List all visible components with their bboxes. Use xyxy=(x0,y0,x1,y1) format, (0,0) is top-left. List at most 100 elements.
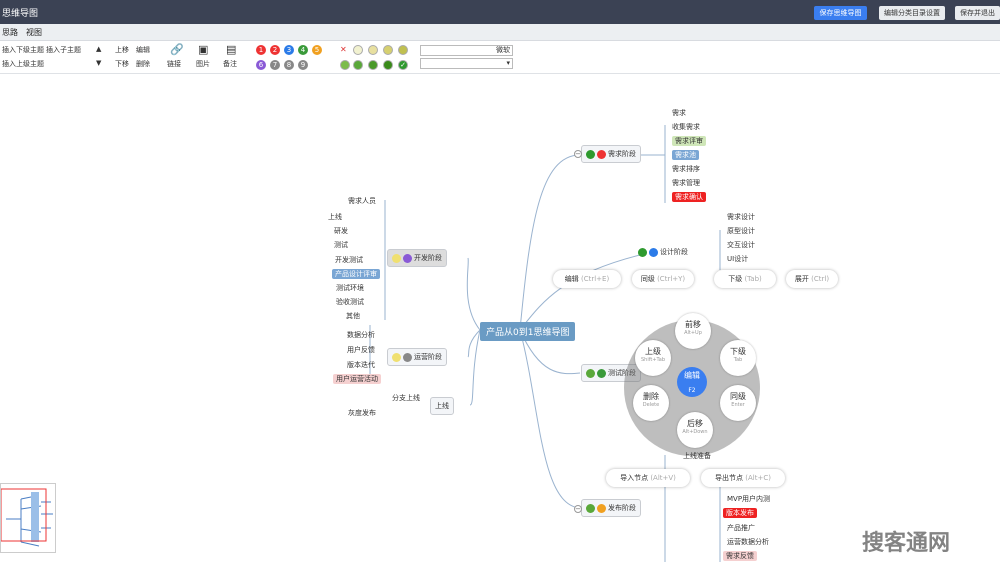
radial-parent-button[interactable]: 上级 Shift+Tab xyxy=(635,340,671,376)
leaf[interactable]: 上线准备 xyxy=(683,451,711,461)
progress-6-icon[interactable] xyxy=(368,60,378,70)
font-size-select[interactable]: ▾ xyxy=(420,58,513,69)
move-down-button[interactable]: ▼ xyxy=(96,59,101,67)
progress-3-icon[interactable] xyxy=(398,45,408,55)
priority-icon xyxy=(597,503,606,513)
radial-delete-button[interactable]: 删除 Delete xyxy=(633,385,669,421)
leaf[interactable]: 需求池 xyxy=(672,150,699,160)
move-up-button[interactable]: ▲ xyxy=(96,45,101,53)
leaf[interactable]: 需求设计 xyxy=(727,212,755,222)
popup-more-button[interactable]: 展开 (Ctrl) xyxy=(786,270,838,288)
root-node[interactable]: 产品从0到1思维导图 xyxy=(480,322,576,341)
node-launch[interactable]: 上线 xyxy=(430,397,454,415)
note-button[interactable]: 备注 xyxy=(223,59,237,69)
leaf[interactable]: 上线 xyxy=(328,212,342,222)
leaf[interactable]: 用户运营活动 xyxy=(333,374,381,384)
menu-idea[interactable]: 思路 xyxy=(2,27,18,38)
leaf[interactable]: 分支上线 xyxy=(392,393,420,403)
priority-2-icon[interactable]: 2 xyxy=(270,45,280,55)
leaf[interactable]: 需求管理 xyxy=(672,178,700,188)
leaf[interactable]: 需求 xyxy=(672,108,686,118)
leaf[interactable]: 交互设计 xyxy=(727,240,755,250)
image-button[interactable]: 图片 xyxy=(196,59,210,69)
delete-button[interactable]: 删除 xyxy=(136,59,150,69)
popup-edit-button[interactable]: 编辑 (Ctrl+E) xyxy=(553,270,621,288)
priority-6-icon[interactable]: 6 xyxy=(256,60,266,70)
leaf[interactable]: 产品设计评审 xyxy=(332,269,380,279)
leaf[interactable]: 需求确认 xyxy=(672,192,706,202)
node-ops[interactable]: 运营阶段 xyxy=(387,348,447,366)
node-design[interactable]: 设计阶段 xyxy=(638,247,688,257)
progress-7-icon[interactable] xyxy=(383,60,393,70)
priority-5-icon[interactable]: 5 xyxy=(312,45,322,55)
popup-sibling-button[interactable]: 同级 (Ctrl+Y) xyxy=(632,270,694,288)
app-title: 思维导图 xyxy=(2,9,39,19)
leaf[interactable]: 其他 xyxy=(346,311,360,321)
radial-child-button[interactable]: 下级 Tab xyxy=(720,340,756,376)
save-image-button[interactable]: 保存思维导图 xyxy=(814,6,867,20)
leaf[interactable]: 验收测试 xyxy=(336,297,364,307)
image-icon[interactable]: ▣ xyxy=(198,43,208,56)
insert-above-button[interactable]: 插入上级主题 xyxy=(2,59,44,69)
link-icon[interactable]: 🔗 xyxy=(170,43,184,56)
leaf[interactable]: UI设计 xyxy=(727,254,748,264)
priority-1-icon[interactable]: 1 xyxy=(256,45,266,55)
radial-move-down-button[interactable]: 后移 Alt+Down xyxy=(677,412,713,448)
popup-child-button[interactable]: 下级 (Tab) xyxy=(714,270,776,288)
leaf[interactable]: 需求评审 xyxy=(672,136,706,146)
collapse-toggle[interactable]: − xyxy=(574,505,582,513)
export-node-button[interactable]: 导出节点 (Alt+C) xyxy=(701,469,785,487)
save-quit-button[interactable]: 保存并退出 xyxy=(955,6,1000,20)
leaf[interactable]: 运营数据分析 xyxy=(727,537,769,547)
leaf[interactable]: 研发 xyxy=(334,226,348,236)
note-icon[interactable]: ▤ xyxy=(226,43,236,56)
remove-priority-icon[interactable]: ✕ xyxy=(340,45,347,54)
leaf[interactable]: 开发测试 xyxy=(335,255,363,265)
font-family-select[interactable]: 微软 xyxy=(420,45,513,56)
done-icon[interactable]: ✓ xyxy=(398,60,408,70)
up-label[interactable]: 上移 xyxy=(115,45,129,55)
import-node-button[interactable]: 导入节点 (Alt+V) xyxy=(606,469,690,487)
leaf[interactable]: 需求反馈 xyxy=(723,551,757,561)
insert-below-button[interactable]: 插入下级主题 xyxy=(2,45,44,55)
leaf[interactable]: 需求排序 xyxy=(672,164,700,174)
leaf[interactable]: 产品推广 xyxy=(727,523,755,533)
progress-2-icon[interactable] xyxy=(383,45,393,55)
progress-4-icon[interactable] xyxy=(340,60,350,70)
collapse-toggle[interactable]: − xyxy=(574,150,582,158)
publish-settings-button[interactable]: 编辑分类目录设置 xyxy=(879,6,945,20)
priority-7-icon[interactable]: 7 xyxy=(270,60,280,70)
down-label[interactable]: 下移 xyxy=(115,59,129,69)
leaf[interactable]: 测试 xyxy=(334,240,348,250)
edit-button[interactable]: 编辑 xyxy=(136,45,150,55)
priority-8-icon[interactable]: 8 xyxy=(284,60,294,70)
leaf[interactable]: MVP用户内测 xyxy=(727,494,770,504)
leaf[interactable]: 需求人员 xyxy=(348,196,376,206)
leaf[interactable]: 版本发布 xyxy=(723,508,757,518)
leaf[interactable]: 灰度发布 xyxy=(348,408,376,418)
leaf[interactable]: 测试环境 xyxy=(336,283,364,293)
radial-move-up-button[interactable]: 前移 Alt+Up xyxy=(675,313,711,349)
link-button[interactable]: 链接 xyxy=(167,59,181,69)
progress-5-icon[interactable] xyxy=(353,60,363,70)
leaf[interactable]: 收集需求 xyxy=(672,122,700,132)
minimap-preview xyxy=(0,488,53,547)
mindmap-canvas[interactable]: 产品从0到1思维导图 需求阶段 − 需求 收集需求 需求评审 需求池 需求排序 … xyxy=(0,75,1000,562)
radial-sibling-button[interactable]: 同级 Enter xyxy=(720,385,756,421)
menu-view[interactable]: 视图 xyxy=(26,27,42,38)
progress-0-icon[interactable] xyxy=(353,45,363,55)
priority-4-icon[interactable]: 4 xyxy=(298,45,308,55)
minimap[interactable] xyxy=(0,483,56,553)
leaf[interactable]: 数据分析 xyxy=(347,330,375,340)
leaf[interactable]: 版本迭代 xyxy=(347,360,375,370)
node-release[interactable]: 发布阶段 xyxy=(581,499,641,517)
priority-3-icon[interactable]: 3 xyxy=(284,45,294,55)
node-requirements[interactable]: 需求阶段 xyxy=(581,145,641,163)
progress-1-icon[interactable] xyxy=(368,45,378,55)
insert-sub-button[interactable]: 插入子主题 xyxy=(46,45,81,55)
priority-9-icon[interactable]: 9 xyxy=(298,60,308,70)
leaf[interactable]: 原型设计 xyxy=(727,226,755,236)
node-dev[interactable]: 开发阶段 xyxy=(387,249,447,267)
leaf[interactable]: 用户反馈 xyxy=(347,345,375,355)
radial-edit-button[interactable]: 编辑 F2 xyxy=(677,367,707,397)
